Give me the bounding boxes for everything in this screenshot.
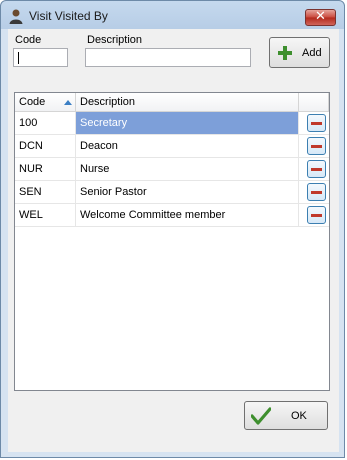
description-cell[interactable]: Welcome Committee member — [76, 204, 299, 227]
dialog-body: Code Description Add Code Description 10… — [8, 29, 339, 452]
plus-icon — [278, 46, 292, 60]
code-cell[interactable]: 100 — [15, 112, 76, 135]
window-title: Visit Visited By — [29, 9, 108, 23]
description-label: Description — [87, 34, 143, 46]
add-button-label: Add — [302, 47, 322, 59]
add-button[interactable]: Add — [269, 37, 330, 68]
table-row[interactable]: 100 Secretary — [15, 112, 329, 135]
table-row[interactable]: SEN Senior Pastor — [15, 181, 329, 204]
title-bar[interactable]: Visit Visited By ✕ — [1, 1, 346, 29]
description-cell[interactable]: Senior Pastor — [76, 181, 299, 204]
minus-icon — [311, 145, 322, 148]
remove-row-button[interactable] — [307, 114, 326, 132]
column-header-actions — [299, 93, 329, 112]
minus-icon — [311, 214, 322, 217]
code-cell[interactable]: NUR — [15, 158, 76, 181]
remove-row-button[interactable] — [307, 137, 326, 155]
description-cell[interactable]: Deacon — [76, 135, 299, 158]
code-cell[interactable]: DCN — [15, 135, 76, 158]
remove-row-button[interactable] — [307, 206, 326, 224]
ok-button-label: OK — [291, 410, 307, 422]
table-row[interactable]: DCN Deacon — [15, 135, 329, 158]
description-cell[interactable]: Nurse — [76, 158, 299, 181]
minus-icon — [311, 191, 322, 194]
column-header-code[interactable]: Code — [15, 93, 76, 112]
code-label: Code — [15, 34, 42, 46]
visited-by-grid[interactable]: Code Description 100 Secretary DCN Deacon NU… — [14, 92, 330, 391]
code-cell[interactable]: SEN — [15, 181, 76, 204]
remove-row-button[interactable] — [307, 160, 326, 178]
sort-ascending-icon — [64, 100, 72, 105]
code-cell[interactable]: WEL — [15, 204, 76, 227]
table-row[interactable]: NUR Nurse — [15, 158, 329, 181]
text-caret — [18, 52, 19, 64]
minus-icon — [311, 122, 322, 125]
close-icon: ✕ — [315, 9, 326, 24]
dialog-window: Visit Visited By ✕ Code Description Add … — [0, 0, 345, 458]
description-cell[interactable]: Secretary — [76, 112, 299, 135]
checkmark-icon — [251, 407, 271, 425]
close-button[interactable]: ✕ — [305, 9, 336, 26]
table-row[interactable]: WEL Welcome Committee member — [15, 204, 329, 227]
user-icon — [9, 9, 23, 24]
remove-row-button[interactable] — [307, 183, 326, 201]
column-header-description[interactable]: Description — [76, 93, 299, 112]
description-input[interactable] — [85, 48, 251, 67]
ok-button[interactable]: OK — [244, 401, 328, 430]
code-input[interactable] — [13, 48, 68, 67]
minus-icon — [311, 168, 322, 171]
